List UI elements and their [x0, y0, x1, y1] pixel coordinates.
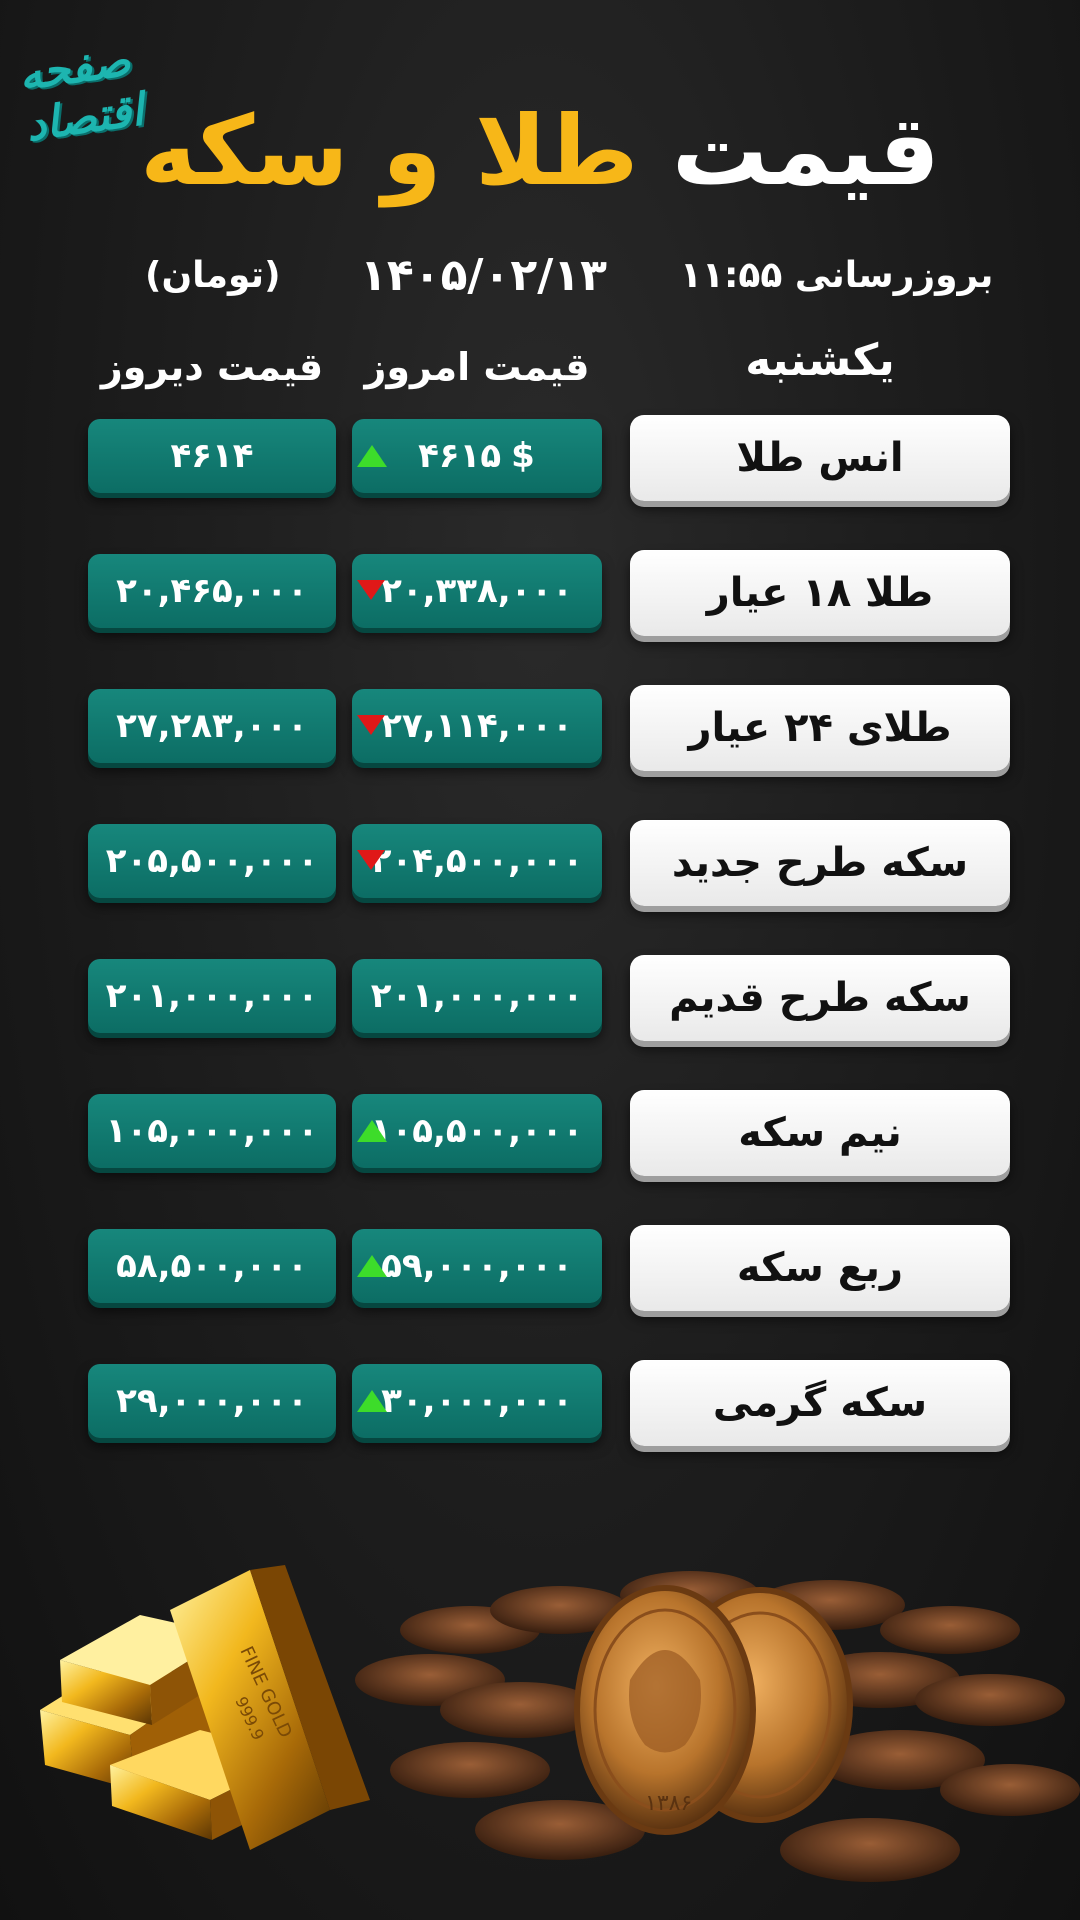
- yesterday-price: ۲۰,۴۶۵,۰۰۰: [88, 554, 336, 628]
- today-price: ۲۰,۳۳۸,۰۰۰: [352, 554, 602, 628]
- yesterday-price: ۲۹,۰۰۰,۰۰۰: [88, 1364, 336, 1438]
- column-yesterday: قیمت دیروز: [100, 345, 324, 389]
- dollar-sign: $: [511, 436, 536, 476]
- yesterday-price: ۲۰۱,۰۰۰,۰۰۰: [88, 959, 336, 1033]
- column-day: یکشنبه: [745, 335, 895, 386]
- item-name: طلای ۲۴ عیار: [630, 685, 1010, 771]
- gold-bars: FINE GOLD 999.9: [40, 1565, 370, 1850]
- title-white: قیمت: [671, 95, 940, 207]
- item-name: سکه گرمی: [630, 1360, 1010, 1446]
- yesterday-price: ۲۷,۲۸۳,۰۰۰: [88, 689, 336, 763]
- today-value: ۴۶۱۵: [418, 436, 502, 476]
- title-gold: طلا و سکه: [140, 95, 639, 207]
- today-price: ۵۹,۰۰۰,۰۰۰: [352, 1229, 602, 1303]
- today-price: ۴۶۱۵ $: [352, 419, 602, 493]
- table-row: طلا ۱۸ عیار ۲۰,۳۳۸,۰۰۰ ۲۰,۴۶۵,۰۰۰: [0, 550, 1080, 640]
- yesterday-price: ۴۶۱۴: [88, 419, 336, 493]
- table-row: سکه طرح قدیم ۲۰۱,۰۰۰,۰۰۰ ۲۰۱,۰۰۰,۰۰۰: [0, 955, 1080, 1045]
- table-row: سکه طرح جدید ۲۰۴,۵۰۰,۰۰۰ ۲۰۵,۵۰۰,۰۰۰: [0, 820, 1080, 910]
- gold-illustration: FINE GOLD 999.9 ۱۳۸۶: [40, 1565, 1080, 1882]
- yesterday-price: ۱۰۵,۰۰۰,۰۰۰: [88, 1094, 336, 1168]
- item-name: طلا ۱۸ عیار: [630, 550, 1010, 636]
- gold-coins: ۱۳۸۶: [574, 1585, 853, 1835]
- trend-up-icon: [357, 1120, 387, 1142]
- column-today: قیمت امروز: [364, 345, 590, 389]
- today-price: ۱۰۵,۵۰۰,۰۰۰: [352, 1094, 602, 1168]
- trend-up-icon: [357, 1390, 387, 1412]
- table-row: طلای ۲۴ عیار ۲۷,۱۱۴,۰۰۰ ۲۷,۲۸۳,۰۰۰: [0, 685, 1080, 775]
- trend-down-icon: [357, 850, 385, 870]
- date: ۱۴۰۵/۰۲/۱۳: [360, 250, 607, 301]
- unit-label: (تومان): [145, 255, 281, 296]
- today-price: ۲۷,۱۱۴,۰۰۰: [352, 689, 602, 763]
- table-row: انس طلا ۴۶۱۵ $ ۴۶۱۴: [0, 415, 1080, 505]
- trend-down-icon: [357, 580, 385, 600]
- trend-up-icon: [357, 1255, 387, 1277]
- table-row: نیم سکه ۱۰۵,۵۰۰,۰۰۰ ۱۰۵,۰۰۰,۰۰۰: [0, 1090, 1080, 1180]
- update-time: بروزرسانی ۱۱:۵۵: [680, 255, 994, 296]
- yesterday-price: ۲۰۵,۵۰۰,۰۰۰: [88, 824, 336, 898]
- today-price: ۲۰۱,۰۰۰,۰۰۰: [352, 959, 602, 1033]
- today-price: ۲۰۴,۵۰۰,۰۰۰: [352, 824, 602, 898]
- trend-down-icon: [357, 715, 385, 735]
- yesterday-price: ۵۸,۵۰۰,۰۰۰: [88, 1229, 336, 1303]
- item-name: ربع سکه: [630, 1225, 1010, 1311]
- item-name: سکه طرح جدید: [630, 820, 1010, 906]
- item-name: انس طلا: [630, 415, 1010, 501]
- coin-year: ۱۳۸۶: [645, 1791, 692, 1816]
- trend-up-icon: [357, 445, 387, 467]
- item-name: سکه طرح قدیم: [630, 955, 1010, 1041]
- table-row: ربع سکه ۵۹,۰۰۰,۰۰۰ ۵۸,۵۰۰,۰۰۰: [0, 1225, 1080, 1315]
- page-title: قیمت طلا و سکه: [0, 95, 1080, 207]
- today-price: ۳۰,۰۰۰,۰۰۰: [352, 1364, 602, 1438]
- item-name: نیم سکه: [630, 1090, 1010, 1176]
- table-row: سکه گرمی ۳۰,۰۰۰,۰۰۰ ۲۹,۰۰۰,۰۰۰: [0, 1360, 1080, 1450]
